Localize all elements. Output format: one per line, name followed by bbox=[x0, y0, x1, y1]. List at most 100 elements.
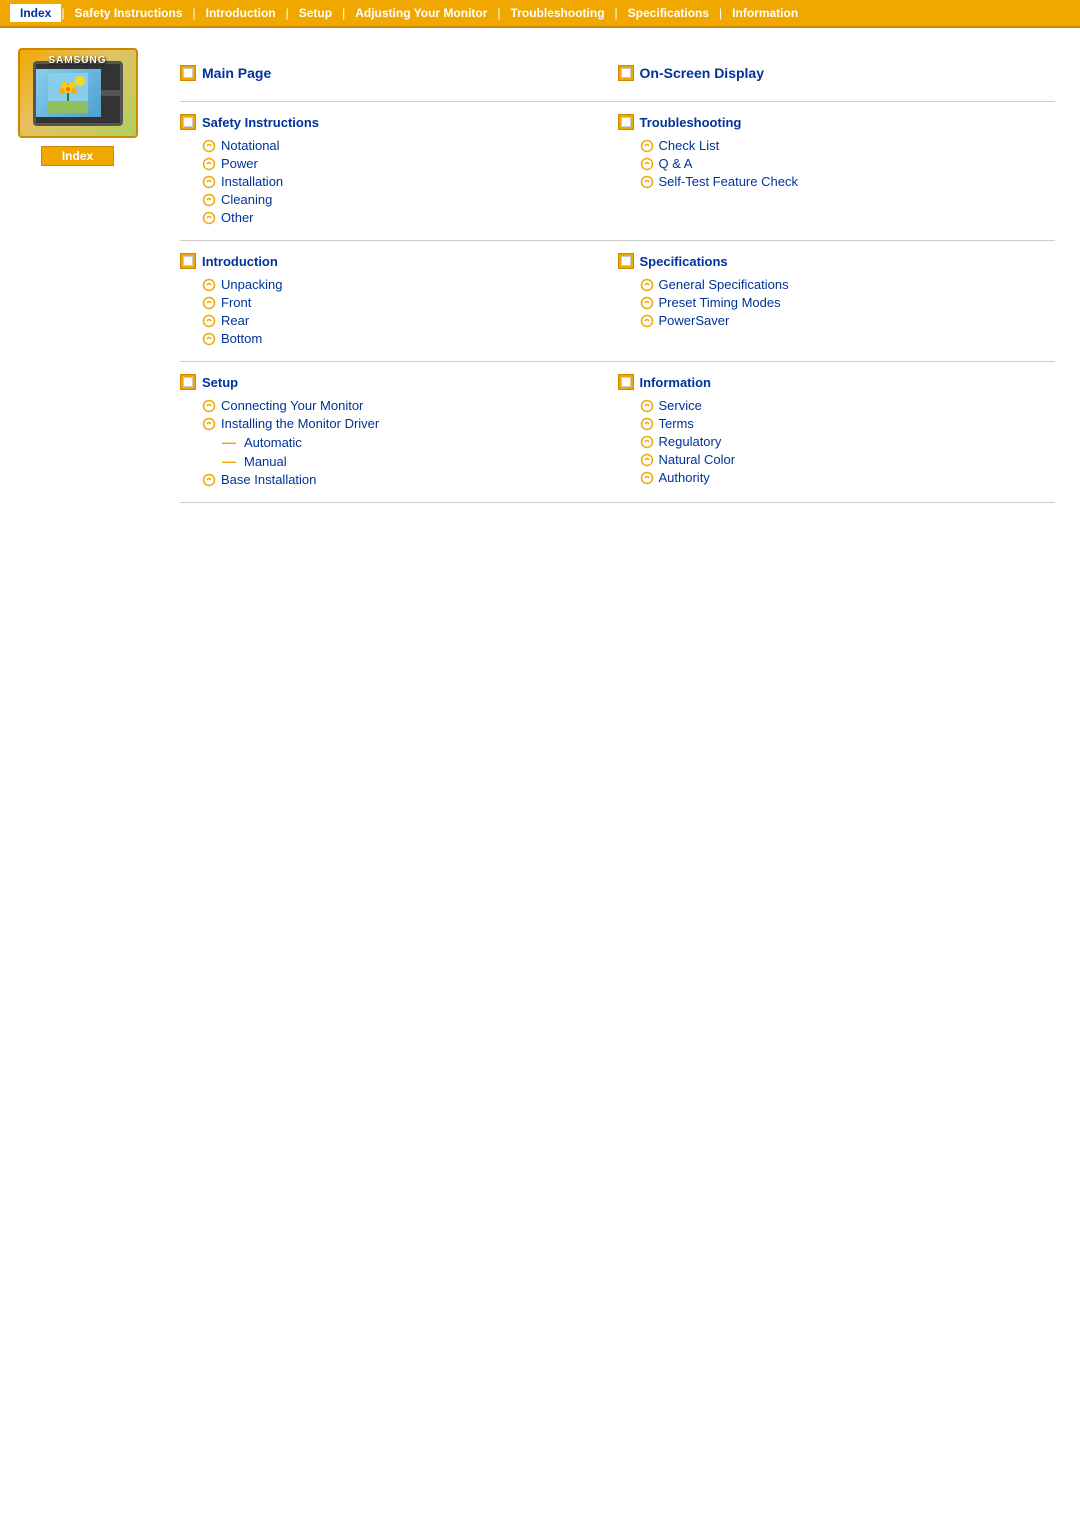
section-col-0-right: Troubleshooting Check List Q & A Self-Test … bbox=[618, 114, 1056, 228]
section-title-0-left[interactable]: Safety Instructions bbox=[202, 115, 319, 130]
list-item: Regulatory bbox=[640, 434, 1036, 449]
main-page-col: Main Page bbox=[180, 65, 618, 89]
circle-arrow-icon bbox=[202, 278, 216, 292]
sub-link-0-left-1[interactable]: Power bbox=[221, 156, 258, 171]
section-col-2-right: Information Service Terms Regulatory Natural… bbox=[618, 374, 1056, 490]
sub-link-0-left-0[interactable]: Notational bbox=[221, 138, 280, 153]
osd-header: On-Screen Display bbox=[618, 65, 765, 81]
sub-link-2-right-1[interactable]: Terms bbox=[659, 416, 694, 431]
sub-link-1-left-0[interactable]: Unpacking bbox=[221, 277, 282, 292]
main-page-header: Main Page bbox=[180, 65, 271, 81]
list-item: PowerSaver bbox=[640, 313, 1036, 328]
list-item: Cleaning bbox=[202, 192, 598, 207]
main-page-icon-inner bbox=[183, 68, 193, 78]
section-icon-inner-2-left bbox=[183, 377, 193, 387]
circle-arrow-icon bbox=[202, 296, 216, 310]
sub-link-0-right-0[interactable]: Check List bbox=[659, 138, 720, 153]
list-item: Unpacking bbox=[202, 277, 598, 292]
section-col-1-right: Specifications General Specifications Pres… bbox=[618, 253, 1056, 349]
nav-information[interactable]: Information bbox=[722, 6, 808, 20]
section-header-2-left: Setup bbox=[180, 374, 598, 390]
list-item: Installation bbox=[202, 174, 598, 189]
circle-arrow-icon bbox=[640, 453, 654, 467]
list-item: Installing the Monitor Driver bbox=[202, 416, 598, 431]
main-page-link[interactable]: Main Page bbox=[202, 65, 271, 81]
section-row-2: Setup Connecting Your Monitor Installing t… bbox=[180, 362, 1055, 503]
list-item: Service bbox=[640, 398, 1036, 413]
section-icon-inner-2-right bbox=[621, 377, 631, 387]
list-item: Check List bbox=[640, 138, 1036, 153]
sub-link-2-right-3[interactable]: Natural Color bbox=[659, 452, 736, 467]
nav-safety[interactable]: Safety Instructions bbox=[64, 6, 192, 20]
section-title-2-right[interactable]: Information bbox=[640, 375, 712, 390]
circle-arrow-icon bbox=[202, 399, 216, 413]
section-title-0-right[interactable]: Troubleshooting bbox=[640, 115, 742, 130]
sub-link-0-right-2[interactable]: Self-Test Feature Check bbox=[659, 174, 798, 189]
section-icon-0-left bbox=[180, 114, 196, 130]
list-item: Terms bbox=[640, 416, 1036, 431]
list-item: Power bbox=[202, 156, 598, 171]
section-title-1-left[interactable]: Introduction bbox=[202, 254, 278, 269]
osd-icon bbox=[618, 65, 634, 81]
sub-link-0-right-1[interactable]: Q & A bbox=[659, 156, 693, 171]
nav-specifications[interactable]: Specifications bbox=[618, 6, 719, 20]
sub-link-2-left-1[interactable]: Installing the Monitor Driver bbox=[221, 416, 379, 431]
section-icon-1-right bbox=[618, 253, 634, 269]
sub-link-0-left-4[interactable]: Other bbox=[221, 210, 254, 225]
section-title-1-right[interactable]: Specifications bbox=[640, 254, 728, 269]
sidebar: SAMSUNG Index bbox=[0, 38, 155, 518]
section-icon-inner-1-right bbox=[621, 256, 631, 266]
list-item: Front bbox=[202, 295, 598, 310]
sub-link-2-left-0[interactable]: Connecting Your Monitor bbox=[221, 398, 363, 413]
sub-link-1-left-3[interactable]: Bottom bbox=[221, 331, 262, 346]
sub-link-1-left-1[interactable]: Front bbox=[221, 295, 251, 310]
monitor-illustration bbox=[33, 61, 123, 126]
content-area: Main Page On-Screen Display Safety Instr… bbox=[155, 38, 1080, 518]
osd-link[interactable]: On-Screen Display bbox=[640, 65, 765, 81]
monitor-screen bbox=[36, 69, 102, 117]
section-icon-0-right bbox=[618, 114, 634, 130]
list-item: Natural Color bbox=[640, 452, 1036, 467]
nav-index[interactable]: Index bbox=[10, 4, 61, 22]
section-icon-inner-1-left bbox=[183, 256, 193, 266]
sub-link-2-left-4[interactable]: Base Installation bbox=[221, 472, 316, 487]
sub-link-1-right-1[interactable]: Preset Timing Modes bbox=[659, 295, 781, 310]
sub-link-2-right-2[interactable]: Regulatory bbox=[659, 434, 722, 449]
circle-arrow-icon bbox=[640, 399, 654, 413]
dash-link-2-left-3[interactable]: Manual bbox=[244, 454, 287, 469]
main-page-icon bbox=[180, 65, 196, 81]
list-item: Base Installation bbox=[202, 472, 598, 487]
circle-arrow-icon bbox=[640, 296, 654, 310]
top-links-row: Main Page On-Screen Display bbox=[180, 53, 1055, 102]
nav-setup[interactable]: Setup bbox=[289, 6, 342, 20]
section-row-1: Introduction Unpacking Front Rear Bottom Spec… bbox=[180, 241, 1055, 362]
circle-arrow-icon bbox=[640, 139, 654, 153]
sub-link-0-left-2[interactable]: Installation bbox=[221, 174, 283, 189]
osd-icon-inner bbox=[621, 68, 631, 78]
nav-troubleshooting[interactable]: Troubleshooting bbox=[501, 6, 615, 20]
circle-arrow-icon bbox=[202, 193, 216, 207]
sub-link-1-right-0[interactable]: General Specifications bbox=[659, 277, 789, 292]
section-title-2-left[interactable]: Setup bbox=[202, 375, 238, 390]
sub-items-2-left: Connecting Your Monitor Installing the Mo… bbox=[180, 398, 598, 487]
osd-col: On-Screen Display bbox=[618, 65, 1056, 89]
index-label[interactable]: Index bbox=[41, 146, 114, 166]
sub-link-1-left-2[interactable]: Rear bbox=[221, 313, 249, 328]
circle-arrow-icon bbox=[640, 471, 654, 485]
section-header-2-right: Information bbox=[618, 374, 1036, 390]
list-item: Rear bbox=[202, 313, 598, 328]
dash-link-2-left-2[interactable]: Automatic bbox=[244, 435, 302, 450]
sub-items-2-right: Service Terms Regulatory Natural Color Autho… bbox=[618, 398, 1036, 485]
sub-link-0-left-3[interactable]: Cleaning bbox=[221, 192, 272, 207]
sub-link-1-right-2[interactable]: PowerSaver bbox=[659, 313, 730, 328]
list-item: Self-Test Feature Check bbox=[640, 174, 1036, 189]
top-navigation: Index | Safety Instructions | Introducti… bbox=[0, 0, 1080, 28]
section-icon-1-left bbox=[180, 253, 196, 269]
sub-link-2-right-0[interactable]: Service bbox=[659, 398, 702, 413]
sub-link-2-right-4[interactable]: Authority bbox=[659, 470, 710, 485]
sections-container: Safety Instructions Notational Power Instal… bbox=[180, 102, 1055, 503]
list-item: Authority bbox=[640, 470, 1036, 485]
nav-adjusting[interactable]: Adjusting Your Monitor bbox=[345, 6, 497, 20]
nav-introduction[interactable]: Introduction bbox=[196, 6, 286, 20]
section-header-0-left: Safety Instructions bbox=[180, 114, 598, 130]
